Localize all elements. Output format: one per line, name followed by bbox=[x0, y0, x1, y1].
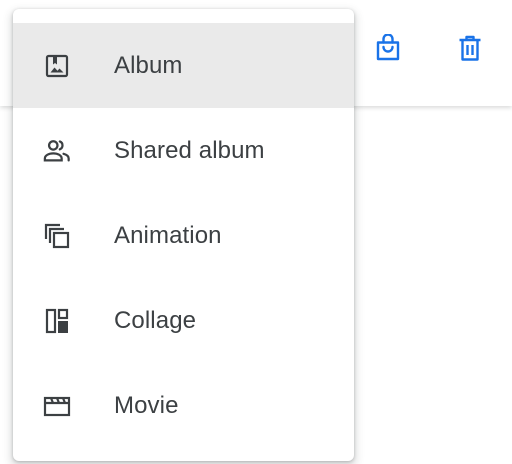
animation-icon bbox=[43, 222, 71, 250]
trash-icon bbox=[458, 34, 482, 62]
create-new-menu: Album Shared album Animation Collage Mov… bbox=[13, 9, 354, 461]
order-photos-button[interactable] bbox=[370, 30, 406, 66]
delete-button[interactable] bbox=[452, 30, 488, 66]
menu-item-animation[interactable]: Animation bbox=[13, 193, 354, 278]
album-icon bbox=[43, 52, 71, 80]
menu-item-shared-album[interactable]: Shared album bbox=[13, 108, 354, 193]
menu-item-album[interactable]: Album bbox=[13, 23, 354, 108]
movie-icon bbox=[43, 392, 71, 420]
menu-item-label: Animation bbox=[114, 221, 222, 249]
screen: Album Shared album Animation Collage Mov… bbox=[0, 0, 512, 464]
menu-item-label: Shared album bbox=[114, 136, 265, 164]
menu-item-label: Collage bbox=[114, 306, 197, 334]
menu-item-label: Album bbox=[114, 51, 183, 79]
menu-item-collage[interactable]: Collage bbox=[13, 278, 354, 363]
menu-item-label: Movie bbox=[114, 391, 179, 419]
shared-album-icon bbox=[43, 137, 71, 165]
collage-icon bbox=[43, 307, 71, 335]
menu-item-movie[interactable]: Movie bbox=[13, 363, 354, 448]
shopping-bag-icon bbox=[375, 34, 401, 62]
